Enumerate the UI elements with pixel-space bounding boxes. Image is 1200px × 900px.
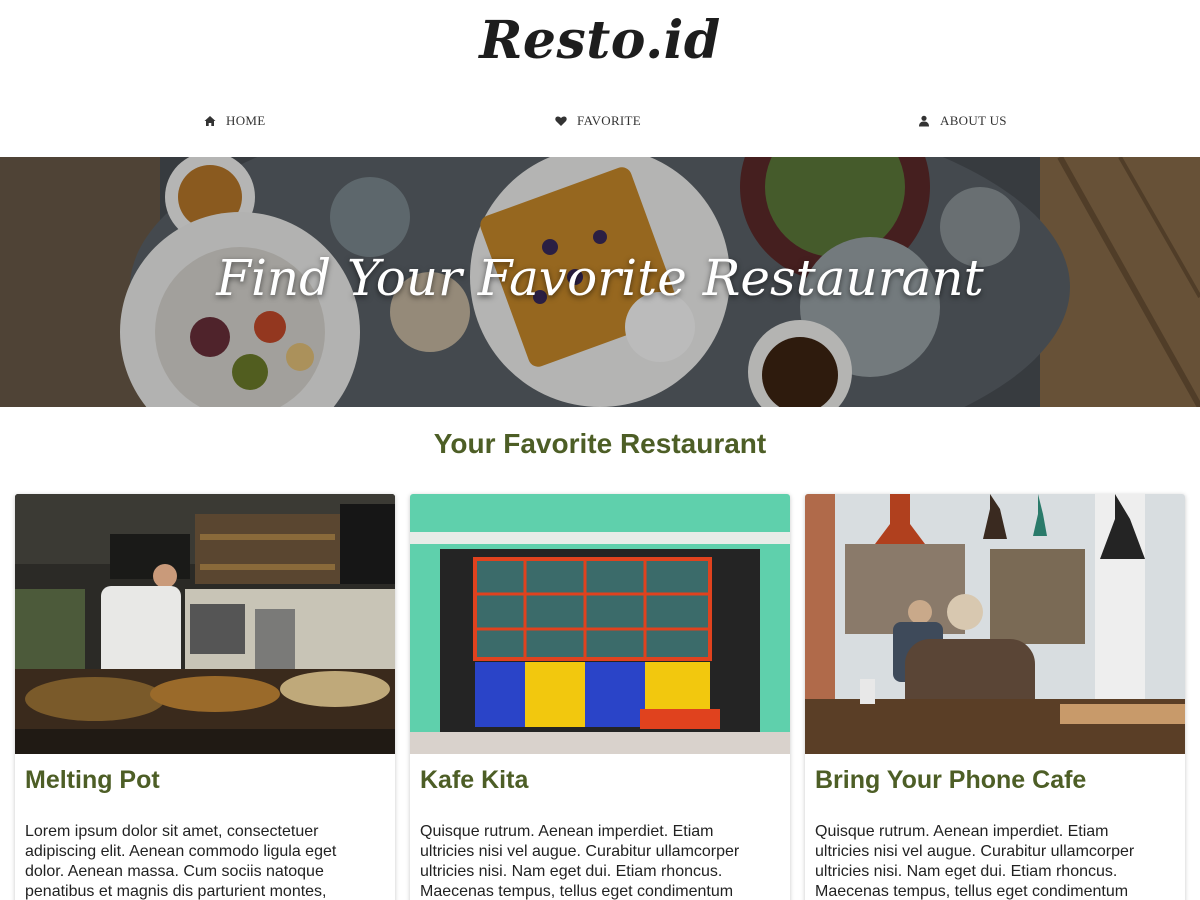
- nav-item-favorite-label: FAVORITE: [577, 113, 642, 128]
- restaurant-name[interactable]: Melting Pot: [25, 766, 160, 795]
- site-header: Resto.id HOME FAVORITE ABOUT US: [0, 0, 1200, 157]
- restaurant-image-melting-pot: [15, 494, 395, 754]
- section-title: Your Favorite Restaurant: [433, 428, 767, 459]
- nav-item-home-label: HOME: [226, 113, 266, 128]
- hero-title: Find Your Favorite Restaurant: [216, 249, 984, 307]
- nav-item-about-us-label: ABOUT US: [940, 113, 1007, 128]
- restaurant-card[interactable]: Melting Pot Lorem ipsum dolor sit amet, …: [15, 494, 395, 900]
- restaurant-image-kafe-kita: [410, 494, 790, 754]
- user-icon: [918, 115, 930, 127]
- restaurant-list: Melting Pot Lorem ipsum dolor sit amet, …: [15, 494, 1185, 900]
- restaurant-description: Lorem ipsum dolor sit amet, consectetuer…: [25, 823, 337, 900]
- restaurant-description: Quisque rutrum. Aenean imperdiet. Etiam …: [420, 823, 740, 900]
- nav-item-home[interactable]: HOME: [204, 106, 265, 136]
- restaurant-name[interactable]: Kafe Kita: [420, 766, 528, 795]
- home-icon: [204, 115, 216, 127]
- restaurant-name[interactable]: Bring Your Phone Cafe: [815, 766, 1086, 795]
- heart-icon: [555, 115, 567, 127]
- restaurant-card[interactable]: Bring Your Phone Cafe Quisque rutrum. Ae…: [805, 494, 1185, 900]
- main-nav: HOME FAVORITE ABOUT US: [0, 106, 1200, 136]
- site-logo[interactable]: Resto.id: [0, 10, 1200, 71]
- nav-item-about-us[interactable]: ABOUT US: [918, 106, 1007, 136]
- nav-item-favorite[interactable]: FAVORITE: [555, 106, 641, 136]
- restaurant-description: Quisque rutrum. Aenean imperdiet. Etiam …: [815, 823, 1135, 900]
- restaurant-image-bring-your-phone-cafe: [805, 494, 1185, 754]
- restaurant-card[interactable]: Kafe Kita Quisque rutrum. Aenean imperdi…: [410, 494, 790, 900]
- hero-banner: Find Your Favorite Restaurant: [0, 157, 1200, 407]
